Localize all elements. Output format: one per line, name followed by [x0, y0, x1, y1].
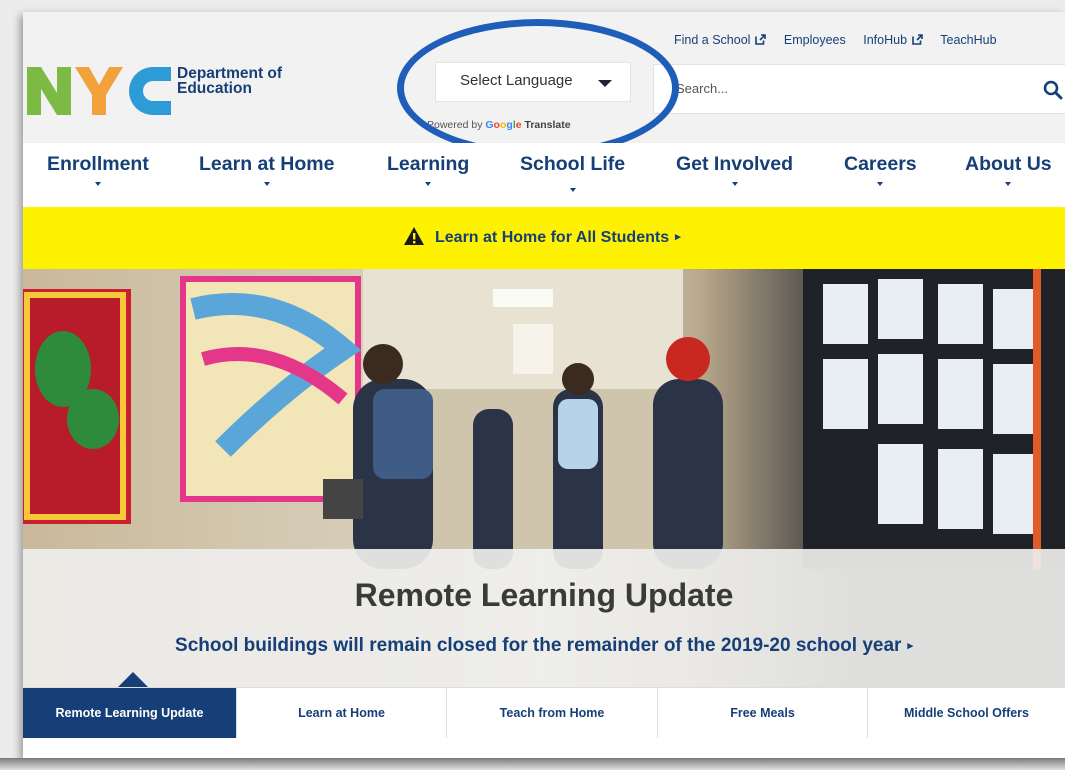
tab-middle-school-offers[interactable]: Middle School Offers: [868, 688, 1065, 738]
tab-free-meals[interactable]: Free Meals: [658, 688, 868, 738]
nav-get-involved-label: Get Involved: [676, 153, 794, 175]
nav-enrollment[interactable]: Enrollment: [47, 153, 149, 186]
search-icon[interactable]: [1043, 80, 1063, 100]
chevron-down-icon: [1005, 182, 1012, 186]
find-a-school-label: Find a School: [674, 33, 751, 47]
nav-careers[interactable]: Careers: [844, 153, 917, 186]
hero-title[interactable]: Remote Learning Update: [23, 577, 1065, 614]
nav-get-involved[interactable]: Get Involved: [676, 153, 793, 186]
hero-subtitle-link[interactable]: School buildings will remain closed for …: [23, 635, 1065, 657]
infohub-label: InfoHub: [863, 33, 908, 47]
alert-text: Learn at Home for All Students: [435, 229, 670, 246]
alert-banner: Learn at Home for All Students ▸: [23, 207, 1065, 269]
hero-tabs: Remote Learning Update Learn at Home Tea…: [23, 687, 1065, 738]
search-bar: [653, 64, 1065, 114]
hero-caption: Remote Learning Update School buildings …: [23, 549, 1065, 687]
nav-school-life-label: School Life: [520, 153, 626, 175]
chevron-down-icon: [94, 182, 101, 186]
nav-learning-label: Learning: [387, 153, 470, 175]
infohub-link[interactable]: InfoHub: [863, 33, 923, 47]
external-link-icon: [912, 34, 923, 45]
nav-enrollment-label: Enrollment: [47, 153, 149, 175]
main-nav: Enrollment Learn at Home Learning School…: [23, 143, 1065, 207]
chevron-down-icon: [569, 188, 576, 192]
nav-school-life[interactable]: School Life: [520, 153, 625, 192]
tab-teach-from-home[interactable]: Teach from Home: [447, 688, 658, 738]
nav-learn-at-home-label: Learn at Home: [199, 153, 335, 175]
annotation-highlight-oval: [397, 19, 679, 157]
active-tab-pointer: [117, 672, 149, 688]
nav-learning[interactable]: Learning: [387, 153, 469, 186]
triangle-right-icon: ▸: [675, 231, 681, 243]
hero-subtitle-text: School buildings will remain closed for …: [175, 635, 902, 656]
chevron-down-icon: [731, 182, 738, 186]
tab-remote-learning-update[interactable]: Remote Learning Update: [23, 688, 237, 738]
chevron-down-icon: [877, 182, 884, 186]
find-a-school-link[interactable]: Find a School: [674, 33, 767, 47]
employees-link[interactable]: Employees: [784, 33, 846, 47]
logo-line-2: Education: [177, 80, 252, 97]
nav-about-us[interactable]: About Us: [965, 153, 1052, 186]
external-link-icon: [755, 34, 767, 45]
warning-icon: [404, 227, 424, 245]
nyc-logo-icon[interactable]: [27, 65, 171, 117]
alert-link[interactable]: Learn at Home for All Students ▸: [403, 226, 681, 247]
nav-learn-at-home[interactable]: Learn at Home: [199, 153, 334, 186]
utility-links: Find a School Employees InfoHub TeachHub: [674, 33, 1011, 47]
tab-learn-at-home[interactable]: Learn at Home: [237, 688, 447, 738]
chevron-down-icon: [425, 182, 432, 186]
logo-line-1: Department of: [177, 65, 283, 82]
teachhub-link[interactable]: TeachHub: [940, 33, 996, 47]
window-bottom-shadow: [0, 758, 1065, 770]
hero-image: Remote Learning Update School buildings …: [23, 269, 1065, 687]
page: Department of Education Select Language …: [23, 12, 1065, 760]
nav-careers-label: Careers: [844, 153, 917, 175]
logo-text[interactable]: Department of Education: [177, 65, 283, 97]
search-input[interactable]: [676, 81, 976, 96]
chevron-down-icon: [263, 182, 270, 186]
triangle-right-icon: ▸: [907, 640, 913, 652]
nav-about-us-label: About Us: [965, 153, 1052, 175]
